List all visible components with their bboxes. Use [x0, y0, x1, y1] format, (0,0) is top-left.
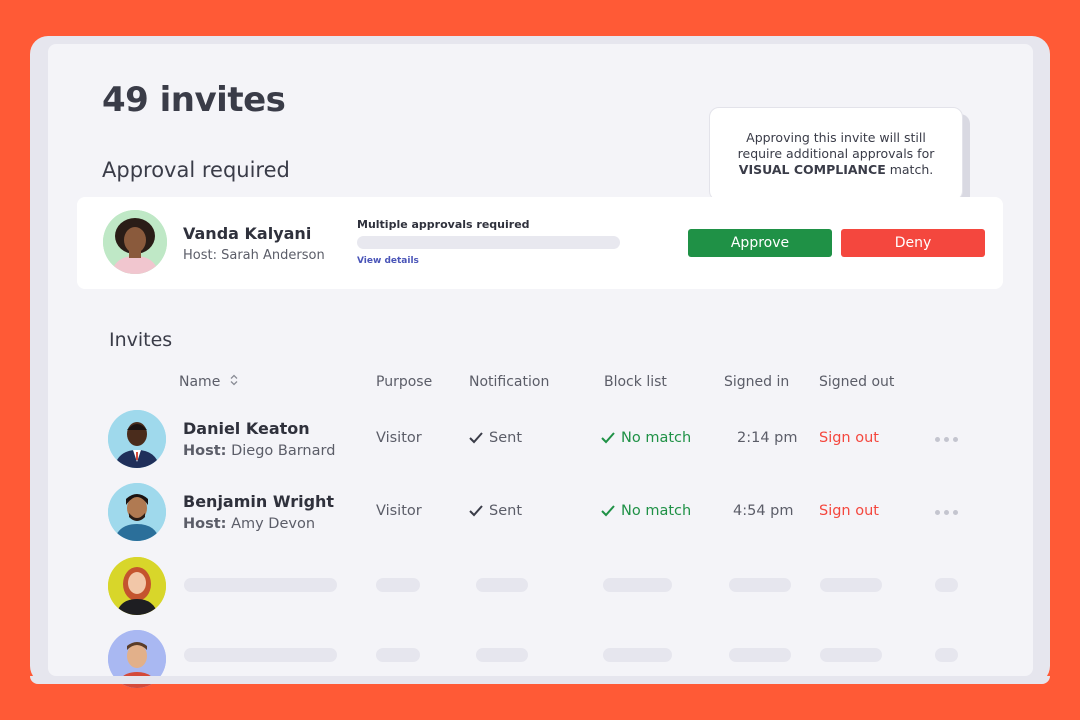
column-header-signed-out: Signed out [819, 374, 895, 390]
skeleton-name [184, 648, 337, 662]
skeleton-signed-out [820, 578, 882, 592]
skeleton-name [184, 578, 337, 592]
check-icon [601, 432, 615, 448]
sort-icon[interactable] [230, 374, 238, 390]
column-header-block-list: Block list [604, 374, 667, 390]
sign-out-link[interactable]: Sign out [819, 430, 879, 446]
tooltip-emphasis: VISUAL COMPLIANCE [738, 162, 886, 177]
skeleton-signed-in [729, 578, 791, 592]
tooltip-suffix: match. [885, 162, 934, 177]
avatar [103, 210, 167, 274]
check-icon [469, 432, 483, 448]
skeleton-signed-in [729, 648, 791, 662]
invitee-host: Host: Diego Barnard [183, 443, 335, 459]
column-header-name[interactable]: Name [179, 374, 238, 390]
host-name: Amy Devon [231, 516, 316, 532]
notification-cell: Sent [469, 430, 522, 448]
column-header-purpose: Purpose [376, 374, 433, 390]
host-label: Host: [183, 443, 227, 459]
host-name: Diego Barnard [231, 443, 336, 459]
approval-tooltip: Approving this invite will still require… [709, 107, 963, 201]
block-list-cell: No match [601, 503, 691, 521]
check-icon [469, 505, 483, 521]
notification-status: Sent [489, 503, 523, 519]
avatar [108, 557, 166, 615]
column-header-signed-in: Signed in [724, 374, 790, 390]
approval-section-title: Approval required [102, 158, 290, 182]
frame-bottom-edge [30, 676, 1050, 684]
block-list-cell: No match [601, 430, 691, 448]
skeleton-notification [476, 578, 528, 592]
approve-button[interactable]: Approve [688, 229, 832, 257]
approval-progress-bar [357, 236, 620, 249]
signed-in-cell: 2:14 pm [737, 430, 798, 446]
page-title: 49 invites [102, 80, 286, 120]
block-list-status: No match [621, 503, 692, 519]
tooltip-line1: Approving this invite will still [746, 130, 926, 145]
tooltip-line2: require additional approvals for [737, 146, 935, 161]
invitee-host: Host: Amy Devon [183, 516, 315, 532]
signed-in-cell: 4:54 pm [733, 503, 794, 519]
skeleton-purpose [376, 648, 420, 662]
column-header-name-label: Name [179, 374, 221, 390]
skeleton-notification [476, 648, 528, 662]
skeleton-block-list [603, 648, 672, 662]
skeleton-purpose [376, 578, 420, 592]
skeleton-block-list [603, 578, 672, 592]
notification-status: Sent [489, 430, 523, 446]
check-icon [601, 505, 615, 521]
invites-title: Invites [109, 329, 173, 351]
skeleton-signed-out [820, 648, 882, 662]
purpose-cell: Visitor [376, 430, 422, 446]
invitee-name: Daniel Keaton [183, 419, 310, 438]
approval-status-label: Multiple approvals required [357, 218, 530, 231]
invitee-name: Benjamin Wright [183, 492, 335, 511]
deny-button[interactable]: Deny [841, 229, 985, 257]
block-list-status: No match [621, 430, 692, 446]
approval-name: Vanda Kalyani [183, 224, 312, 243]
notification-cell: Sent [469, 503, 522, 521]
sign-out-link[interactable]: Sign out [819, 503, 879, 519]
approval-host: Host: Sarah Anderson [183, 248, 325, 263]
more-options-icon[interactable] [935, 510, 958, 515]
avatar [108, 410, 166, 468]
more-options-icon[interactable] [935, 437, 958, 442]
purpose-cell: Visitor [376, 503, 422, 519]
avatar [108, 483, 166, 541]
view-details-link[interactable]: View details [357, 256, 419, 266]
column-header-notification: Notification [469, 374, 550, 390]
host-label: Host: [183, 516, 227, 532]
skeleton-actions [935, 578, 958, 592]
skeleton-actions [935, 648, 958, 662]
